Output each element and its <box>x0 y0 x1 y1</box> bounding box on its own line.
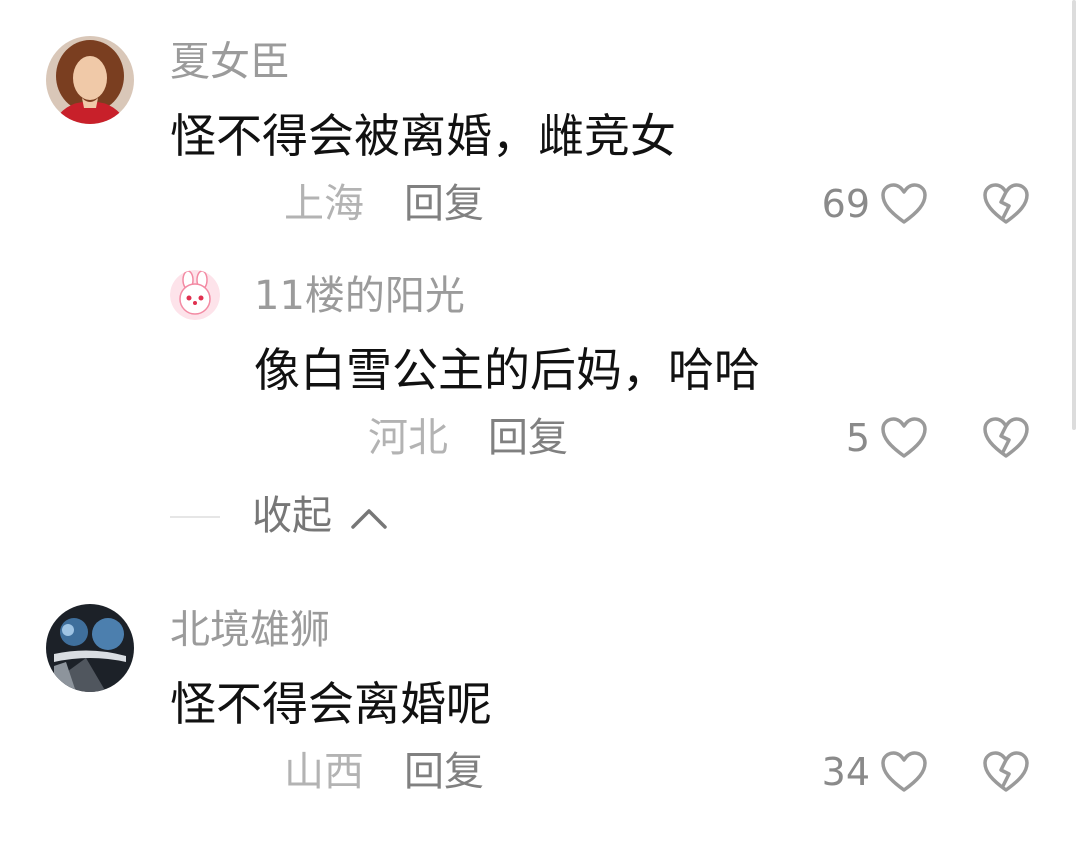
reply-button[interactable]: 回复 <box>488 414 568 462</box>
heart-outline-icon[interactable] <box>880 750 928 794</box>
reply-location: 河北 <box>368 415 448 461</box>
broken-heart-icon[interactable] <box>982 750 1030 794</box>
reply-username[interactable]: 11楼的阳光 <box>254 272 465 320</box>
like-count: 5 <box>845 416 870 460</box>
avatar[interactable] <box>46 36 134 124</box>
comment-text: 怪不得会被离婚，雌竞女 <box>170 109 676 163</box>
reply-avatar[interactable] <box>170 270 220 320</box>
collapse-replies-button[interactable]: 收起 <box>252 492 389 540</box>
comment-location: 上海 <box>284 181 364 227</box>
reply-button[interactable]: 回复 <box>404 180 484 228</box>
heart-outline-icon[interactable] <box>880 416 928 460</box>
broken-heart-icon[interactable] <box>982 182 1030 226</box>
chevron-up-icon <box>349 505 389 531</box>
scrollbar[interactable] <box>1072 0 1076 430</box>
divider <box>170 516 220 518</box>
broken-heart-icon[interactable] <box>982 416 1030 460</box>
comment-username[interactable]: 夏女臣 <box>170 38 290 86</box>
heart-outline-icon[interactable] <box>880 182 928 226</box>
like-count: 69 <box>821 182 870 226</box>
comment-location: 山西 <box>284 749 364 795</box>
collapse-label: 收起 <box>252 493 332 539</box>
reply-text: 像白雪公主的后妈，哈哈 <box>254 343 760 397</box>
comment-username[interactable]: 北境雄狮 <box>170 606 330 654</box>
comment-text: 怪不得会离婚呢 <box>170 677 492 731</box>
like-count: 34 <box>821 750 870 794</box>
avatar[interactable] <box>46 604 134 692</box>
reply-button[interactable]: 回复 <box>404 748 484 796</box>
